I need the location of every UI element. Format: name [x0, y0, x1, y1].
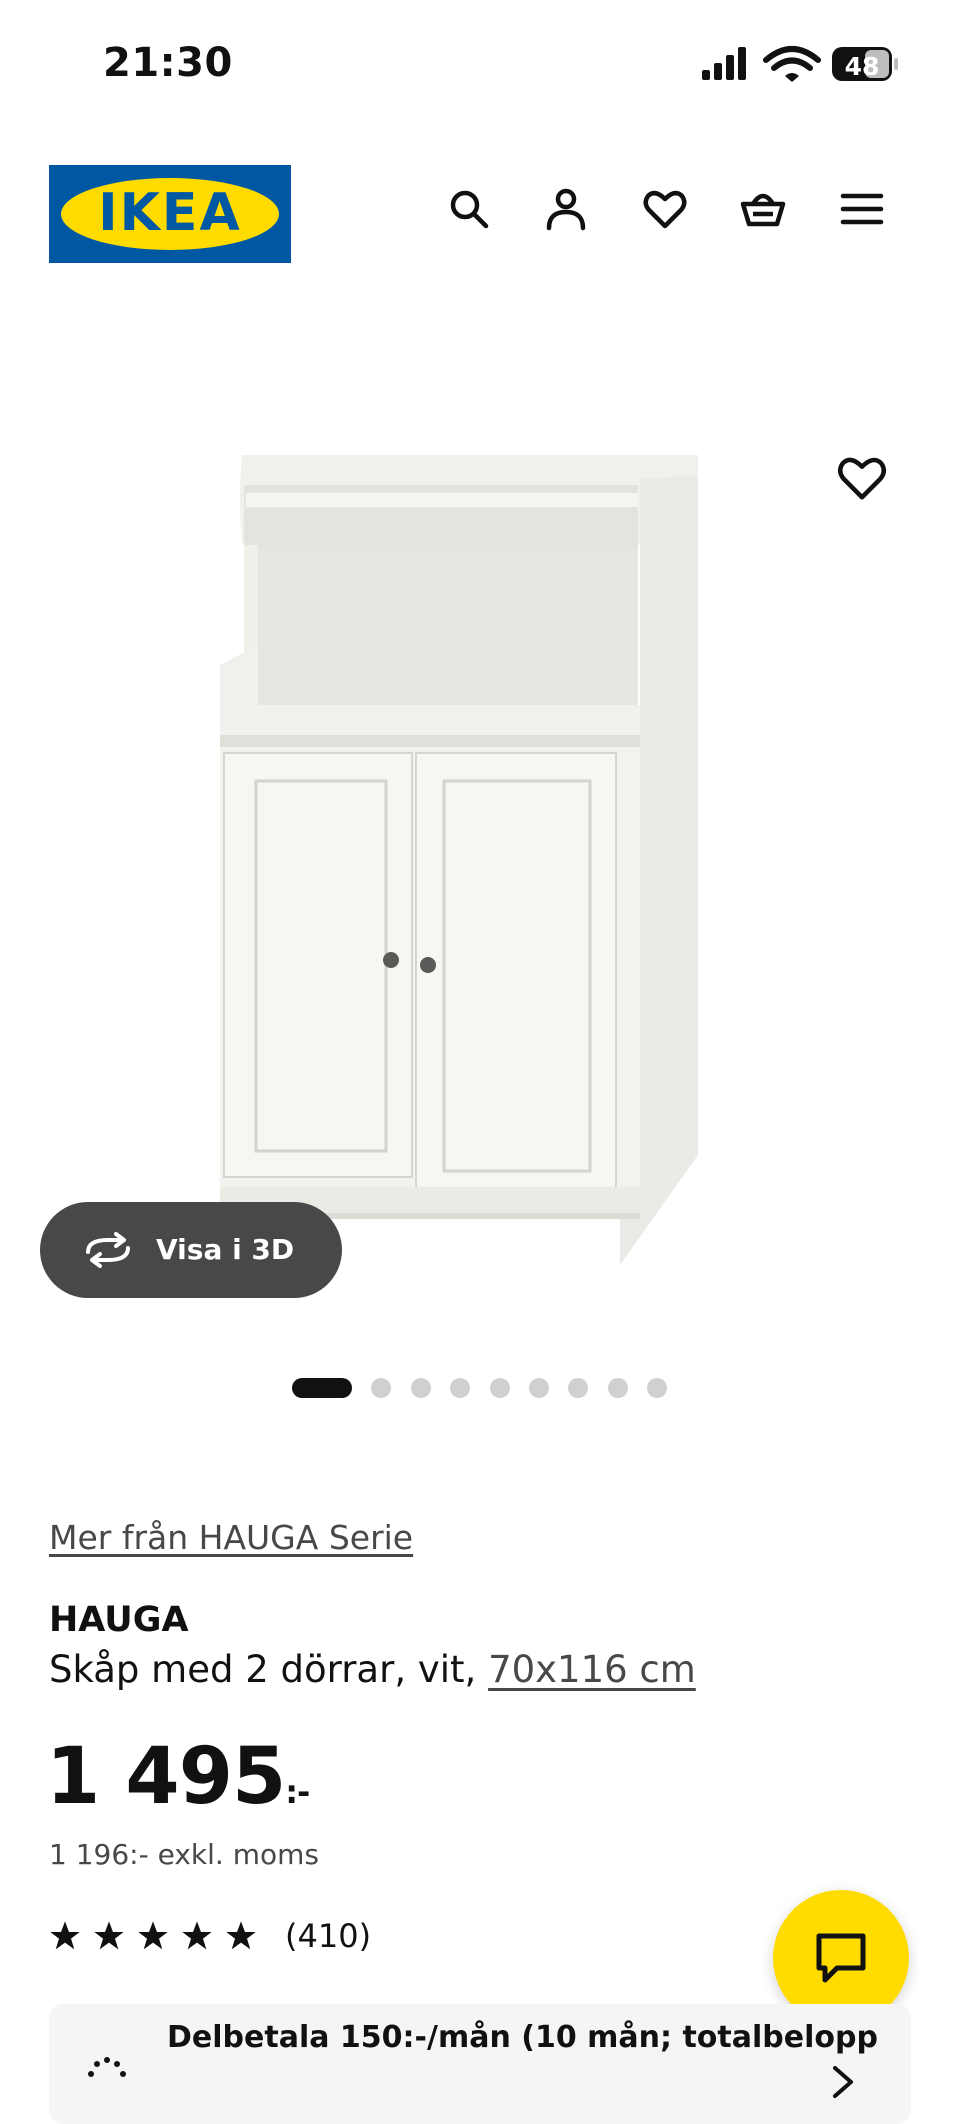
star-icon [94, 1921, 124, 1950]
star-icon [138, 1921, 168, 1950]
pagination-dot[interactable] [410, 1378, 431, 1398]
product-description-text: Skåp med 2 dörrar, vit, [49, 1648, 489, 1691]
status-icons: 48 [700, 44, 900, 84]
favourite-icon[interactable] [834, 452, 890, 504]
menu-icon[interactable] [839, 186, 885, 232]
star-icon [50, 1921, 80, 1950]
price-main: 1 495 [46, 1732, 286, 1822]
series-link[interactable]: Mer från HAUGA Serie [49, 1518, 413, 1557]
product-description: Skåp med 2 dörrar, vit, 70x116 cm [49, 1648, 696, 1691]
installment-icon [88, 2057, 126, 2077]
pagination-dot[interactable] [647, 1378, 668, 1398]
rating[interactable]: (410) [49, 1912, 371, 1960]
account-icon[interactable] [543, 186, 589, 232]
image-pagination[interactable] [292, 1377, 668, 1399]
status-time: 21:30 [103, 40, 233, 86]
search-icon[interactable] [446, 186, 492, 232]
price: 1 495:- [46, 1727, 310, 1842]
star-icon [182, 1921, 212, 1950]
pagination-dot[interactable] [489, 1378, 510, 1398]
installment-banner[interactable]: Delbetala 150:-/mån (10 mån; totalbelopp [49, 2004, 911, 2124]
review-count: (410) [285, 1917, 372, 1955]
star-icon [226, 1921, 256, 1950]
logo-text: IKEA [98, 183, 242, 243]
chevron-right-icon [833, 2066, 853, 2098]
view-3d-button[interactable]: Visa i 3D [40, 1202, 342, 1298]
pagination-dot[interactable] [371, 1378, 392, 1398]
installment-text: Delbetala 150:-/mån (10 mån; totalbelopp [167, 2020, 878, 2055]
pagination-dot[interactable] [450, 1378, 471, 1398]
ikea-logo[interactable]: IKEA [49, 165, 291, 263]
product-name: HAUGA [49, 1600, 189, 1640]
heart-icon[interactable] [642, 186, 688, 232]
pagination-dot[interactable] [528, 1378, 549, 1398]
signal-icon: 48 [702, 46, 898, 82]
rotate-3d-icon [86, 1232, 130, 1268]
basket-icon[interactable] [740, 186, 786, 232]
battery-level: 48 [845, 52, 880, 81]
pagination-dot[interactable] [292, 1378, 352, 1398]
price-suffix: :- [285, 1773, 310, 1811]
pagination-dot[interactable] [607, 1378, 628, 1398]
chat-icon [816, 1933, 866, 1983]
view-3d-label: Visa i 3D [156, 1233, 295, 1266]
product-image[interactable] [200, 435, 720, 1265]
dimensions-link[interactable]: 70x116 cm [488, 1648, 696, 1691]
price-excl-vat: 1 196:- exkl. moms [49, 1838, 319, 1871]
pagination-dot[interactable] [568, 1378, 589, 1398]
cut-off-text [160, 293, 500, 315]
